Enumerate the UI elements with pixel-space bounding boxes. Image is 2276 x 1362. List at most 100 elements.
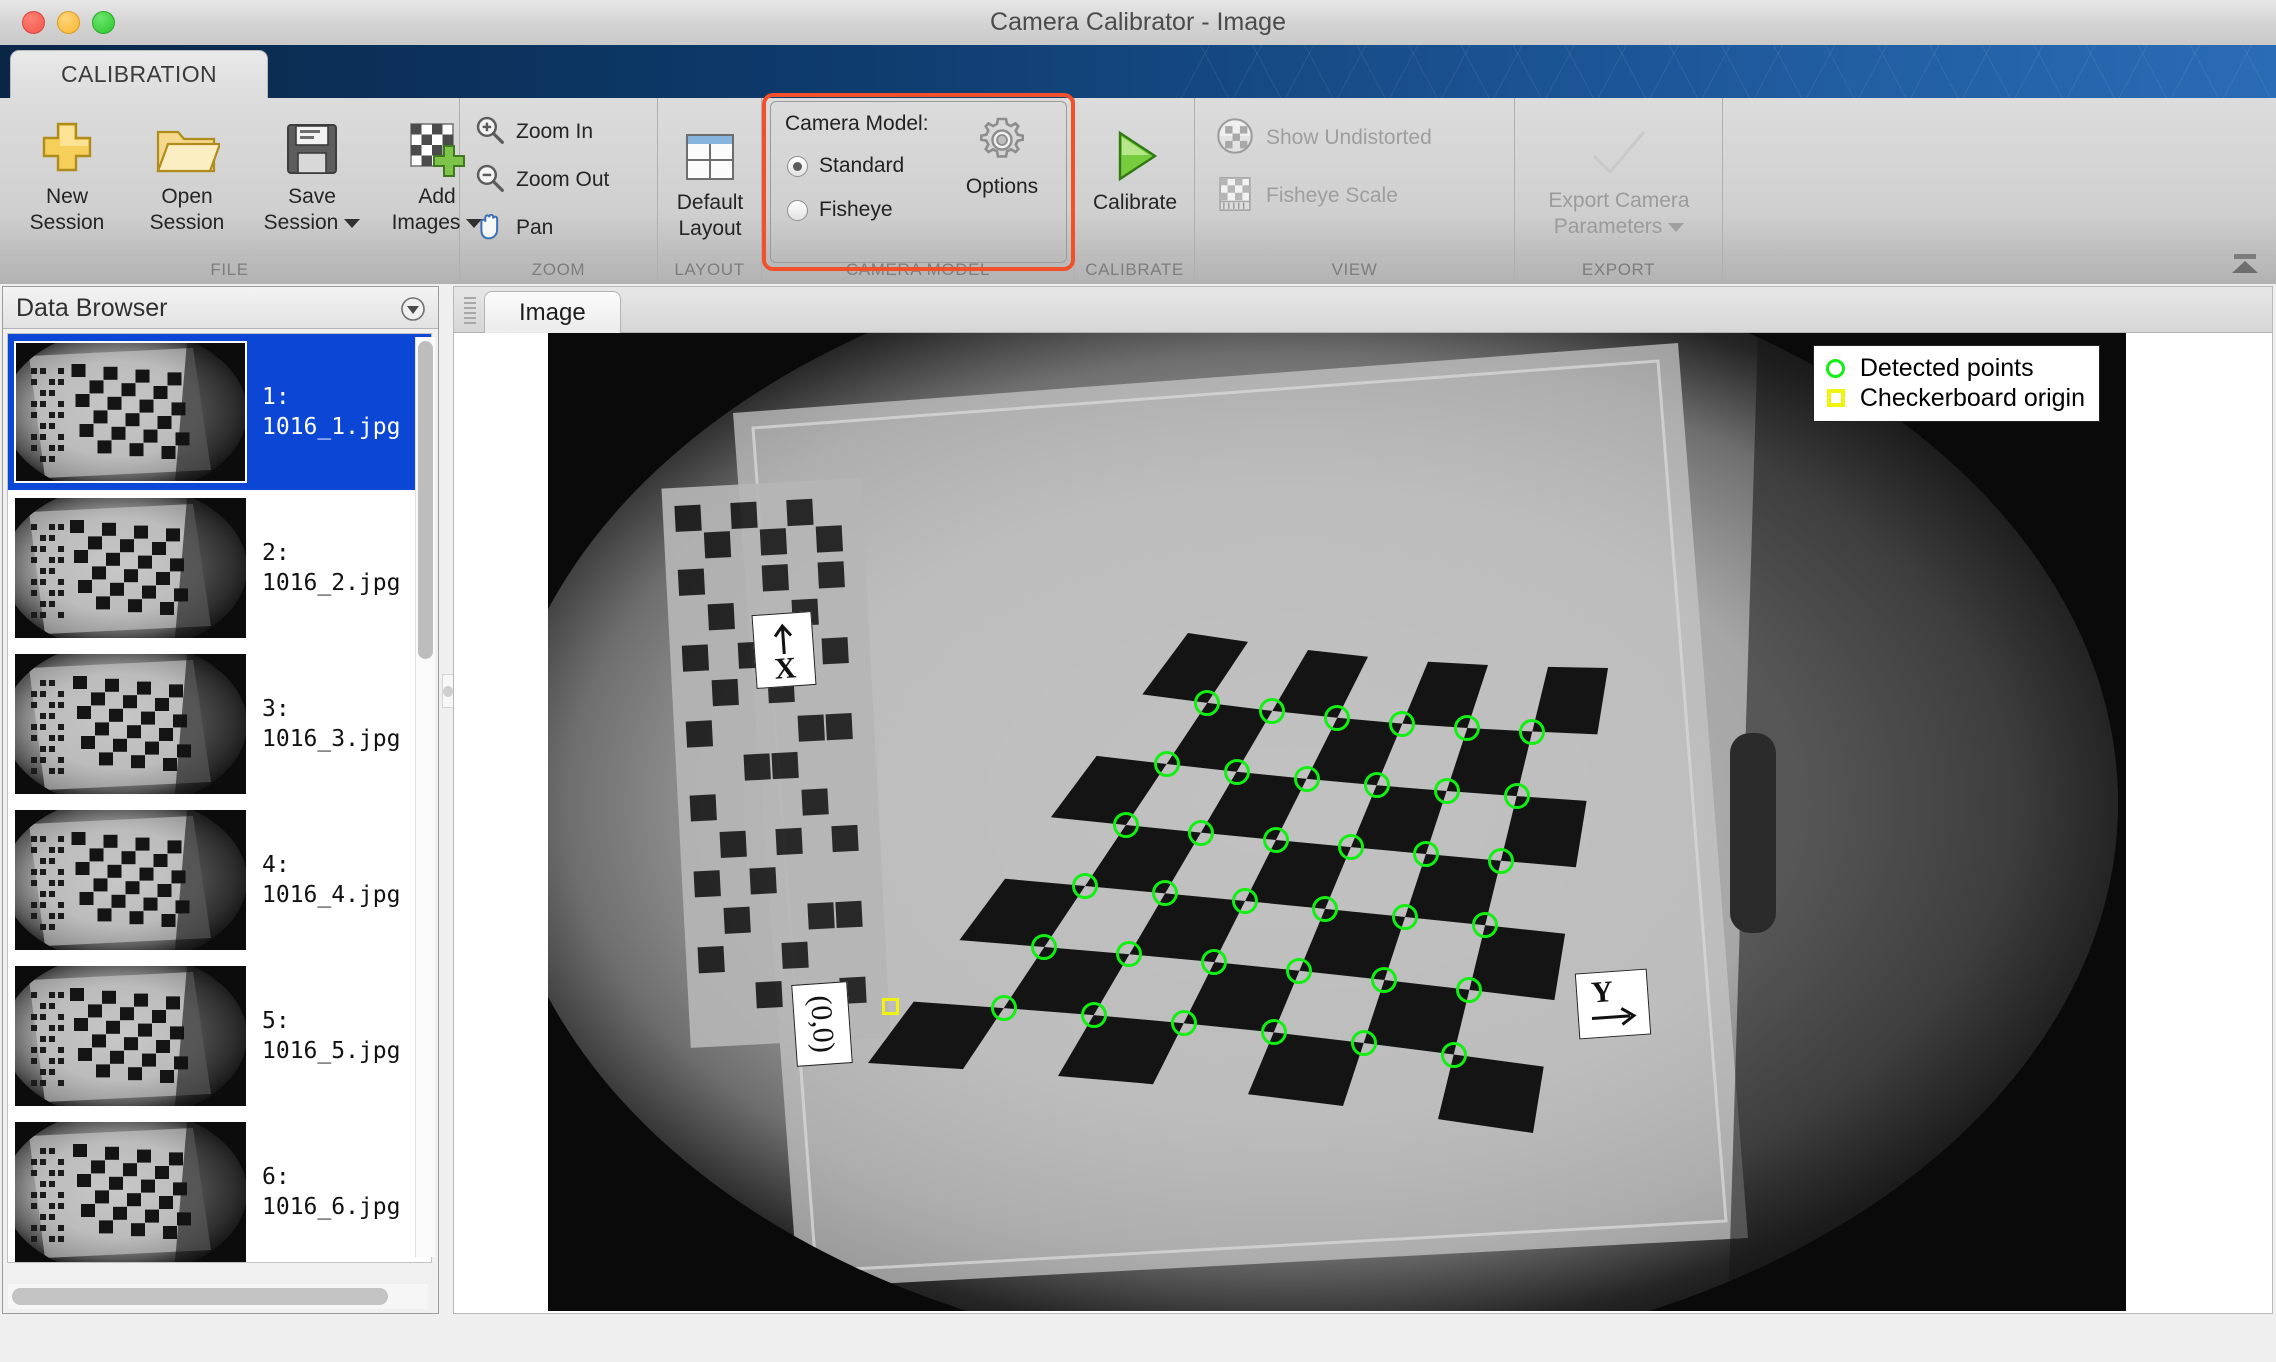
new-session-button[interactable]: New Session [8,110,126,236]
image-thumbnail [15,810,246,950]
collapse-ribbon-icon[interactable] [2228,253,2262,275]
chevron-down-icon[interactable] [1668,223,1684,232]
image-list-item[interactable]: 4: 1016_4.jpg [8,802,431,958]
checkerboard-origin-marker [882,998,899,1015]
panel-options-icon[interactable] [400,296,426,322]
detected-point-marker [1072,873,1098,899]
zoom-in-button[interactable]: Zoom In [474,112,593,152]
detected-point-marker [1263,827,1289,853]
detected-point-marker [1194,690,1220,716]
tab-image[interactable]: Image [484,291,621,333]
calibration-image-render [548,333,2126,1311]
image-list-item[interactable]: 5: 1016_5.jpg [8,958,431,1114]
document-panel: Image [453,286,2273,1314]
open-session-line2: Session [150,211,225,234]
pan-button[interactable]: Pan [474,208,553,248]
scrollbar-thumb[interactable] [418,341,433,659]
checkmark-icon [1559,114,1679,182]
image-thumbnail [15,654,246,794]
image-list-horizontal-scrollbar[interactable] [8,1284,428,1309]
scrollbar-thumb[interactable] [12,1288,388,1305]
new-session-line2: Session [30,211,105,234]
origin-label: (0,0) [791,981,853,1067]
show-undistorted-button[interactable]: Show Undistorted [1214,118,1432,158]
ribbon-section-file: New Session Open Session [0,98,460,284]
image-list-item[interactable]: 6: 1016_6.jpg [8,1114,431,1263]
camera-calibrator-window: Camera Calibrator - Image CALIBRATION [0,0,2276,1362]
camera-model-fisheye-label: Fisheye [819,198,893,222]
calibration-image[interactable]: X Y (0,0) [548,333,2126,1311]
ribbon-section-zoom: Zoom In Zoom Out [460,98,658,284]
export-camera-parameters-button[interactable]: Export Camera Parameters [1559,114,1679,240]
title-bar: Camera Calibrator - Image [0,0,2276,46]
detected-point-marker [1286,958,1312,984]
magnifier-minus-icon [474,162,506,199]
default-layout-button[interactable]: Default Layout [651,116,769,242]
camera-model-group: Camera Model: Standard Fisheye [762,93,1075,271]
ribbon-section-export: Export Camera Parameters EXPORT [1515,98,1723,284]
layout-grid-icon [651,116,769,184]
detected-point-marker [1294,766,1320,792]
status-bar [0,1334,2276,1362]
folder-icon [128,110,246,178]
image-list-item[interactable]: 2: 1016_2.jpg [8,490,431,646]
image-list[interactable]: 1: 1016_1.jpg 2: 1016_2.jpg 3: 1016_3.jp… [7,333,432,1263]
legend-row: Detected points [1824,353,2085,383]
calibrate-button[interactable]: Calibrate [1076,116,1194,216]
detected-point-marker [1261,1019,1287,1045]
camera-model-fisheye-radio[interactable]: Fisheye [787,198,893,222]
ribbon-section-zoom-label: ZOOM [460,260,657,280]
detected-point-marker [1441,1042,1467,1068]
pan-label: Pan [516,216,553,240]
detected-point-marker [1188,820,1214,846]
detected-point-marker [1312,896,1338,922]
detected-point-marker [1389,711,1415,737]
camera-model-standard-radio[interactable]: Standard [787,154,904,178]
default-layout-line2: Layout [678,217,741,240]
chevron-down-icon[interactable] [344,219,360,228]
camera-options-label: Options [946,175,1058,199]
radio-unselected-icon [787,200,808,221]
zoom-out-button[interactable]: Zoom Out [474,160,609,200]
x-axis-label: X [751,611,816,689]
detected-point-marker [1434,778,1460,804]
ribbon-section-calibrate-label: CALIBRATE [1075,260,1194,280]
detected-point-marker [1338,834,1364,860]
gear-icon [976,153,1028,170]
hand-icon [474,210,506,247]
image-list-vertical-scrollbar[interactable] [415,337,435,1257]
detected-point-marker [991,995,1017,1021]
image-list-item[interactable]: 3: 1016_3.jpg [8,646,431,802]
detected-point-marker [1232,888,1258,914]
image-list-item-label: 6: 1016_6.jpg [262,1162,400,1222]
image-list-item-label: 5: 1016_5.jpg [262,1006,400,1066]
panel-splitter[interactable] [441,284,453,1362]
checkerboard-slider-icon [1214,173,1256,220]
tab-calibration-label: CALIBRATION [11,51,267,97]
export-camera-parameters-line2: Parameters [1554,215,1663,238]
detected-point-marker [1171,1010,1197,1036]
camera-model-heading: Camera Model: [785,112,929,136]
image-thumbnail [15,342,246,482]
camera-options-button[interactable]: Options [946,114,1058,199]
image-canvas[interactable]: X Y (0,0) [454,333,2272,1313]
ribbon-section-file-body: New Session Open Session [0,98,459,250]
tabstrip-grip[interactable] [464,297,476,325]
show-undistorted-label: Show Undistorted [1266,126,1432,150]
ribbon-section-export-label: EXPORT [1515,260,1722,280]
data-browser-title: Data Browser [16,294,167,323]
zoom-in-label: Zoom In [516,120,593,144]
play-triangle-icon [1076,116,1194,184]
save-session-button[interactable]: Save Session [242,110,382,236]
legend-label-checkerboard-origin: Checkerboard origin [1860,384,2085,413]
radio-selected-icon [787,156,808,177]
open-session-button[interactable]: Open Session [128,110,246,236]
ribbon-section-layout-label: LAYOUT [658,260,761,280]
detected-point-marker [1113,812,1139,838]
tab-calibration[interactable]: CALIBRATION [10,50,268,98]
window-title: Camera Calibrator - Image [0,0,2276,45]
fisheye-scale-button[interactable]: Fisheye Scale [1214,176,1398,216]
detected-point-marker [1081,1002,1107,1028]
image-list-item[interactable]: 1: 1016_1.jpg [8,334,431,490]
open-session-line1: Open [161,185,212,208]
